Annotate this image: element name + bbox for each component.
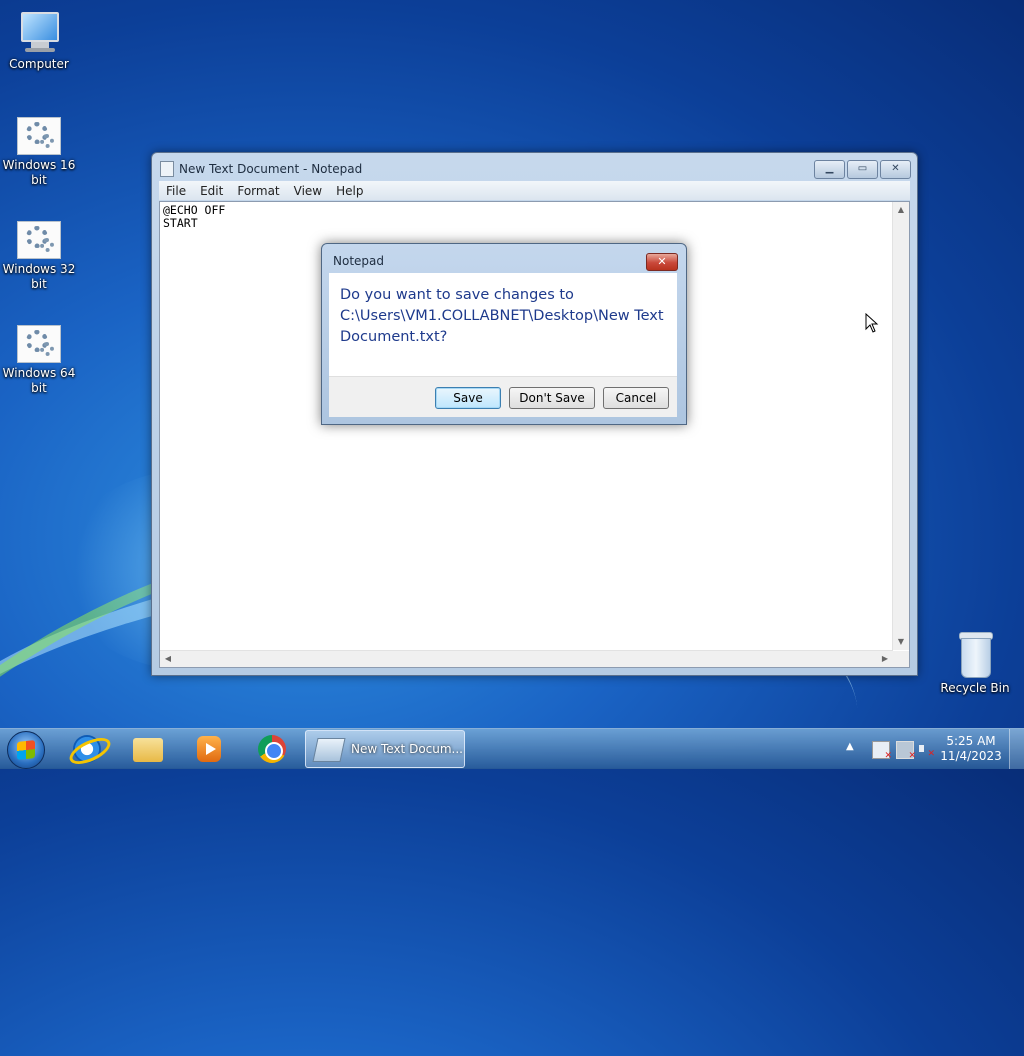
dialog-close-button[interactable]: ✕	[646, 253, 678, 271]
desktop-icon-label: Windows 32 bit	[2, 262, 76, 291]
scroll-left-arrow-icon[interactable]: ◀	[160, 651, 176, 667]
clock[interactable]: 5:25 AM 11/4/2023	[938, 734, 1004, 764]
desktop-icon-label: Windows 64 bit	[2, 366, 76, 395]
menu-format[interactable]: Format	[230, 184, 286, 198]
desktop-icon-windows-64-bit[interactable]: Windows 64 bit	[1, 325, 77, 396]
dialog-title: Notepad	[333, 254, 384, 268]
taskbar-windows-explorer[interactable]	[121, 731, 175, 767]
dialog-button-bar: Save Don't Save Cancel	[329, 376, 677, 417]
desktop-icon-windows-32-bit[interactable]: Windows 32 bit	[1, 221, 77, 292]
minimize-button[interactable]: ▁	[814, 160, 845, 179]
batch-file-icon	[17, 221, 61, 259]
windows-logo-icon	[17, 740, 35, 760]
taskbar: New Text Docum... ▲ 5:25 AM 11/4/2023	[0, 728, 1024, 770]
desktop-icon-windows-16-bit[interactable]: Windows 16 bit	[1, 117, 77, 188]
caption-buttons: ▁ ▭ ✕	[814, 160, 911, 179]
menu-edit[interactable]: Edit	[193, 184, 230, 198]
show-desktop-button[interactable]	[1009, 729, 1024, 769]
menu-view[interactable]: View	[287, 184, 329, 198]
resize-grip[interactable]	[893, 651, 909, 667]
desktop-icon-label: Computer	[9, 57, 69, 71]
network-icon[interactable]	[896, 741, 916, 761]
volume-muted-icon[interactable]	[918, 741, 935, 759]
start-button[interactable]	[7, 731, 45, 769]
scroll-down-arrow-icon[interactable]: ▼	[893, 634, 909, 650]
dialog-body: Do you want to save changes to C:\Users\…	[329, 273, 677, 376]
maximize-button[interactable]: ▭	[847, 160, 878, 179]
desktop-icon-label: Recycle Bin	[940, 681, 1010, 695]
batch-file-icon	[17, 325, 61, 363]
desktop-icon-label: Windows 16 bit	[2, 158, 76, 187]
save-changes-dialog: Notepad ✕ Do you want to save changes to…	[321, 243, 687, 425]
window-title: New Text Document - Notepad	[179, 162, 363, 176]
desktop-icon-computer[interactable]: Computer	[1, 10, 77, 72]
recycle-bin-icon	[957, 632, 993, 678]
horizontal-scrollbar[interactable]: ◀ ▶	[160, 650, 893, 667]
editor-content: @ECHO OFF START	[163, 203, 226, 230]
taskbar-chrome[interactable]	[245, 731, 299, 767]
notepad-icon	[312, 738, 346, 762]
dont-save-button[interactable]: Don't Save	[509, 387, 595, 409]
window-title-bar[interactable]: New Text Document - Notepad	[160, 160, 362, 178]
menu-file[interactable]: File	[159, 184, 193, 198]
batch-file-icon	[17, 117, 61, 155]
menu-help[interactable]: Help	[329, 184, 370, 198]
scroll-up-arrow-icon[interactable]: ▲	[893, 202, 909, 218]
taskbar-notepad-task[interactable]: New Text Docum...	[305, 730, 465, 768]
folder-icon	[133, 738, 163, 762]
close-window-button[interactable]: ✕	[880, 160, 911, 179]
cancel-button[interactable]: Cancel	[603, 387, 669, 409]
taskbar-internet-explorer[interactable]	[60, 731, 115, 770]
show-hidden-icons-arrow-icon[interactable]: ▲	[846, 741, 854, 752]
taskbar-media-player[interactable]	[182, 731, 236, 767]
clock-date: 11/4/2023	[940, 749, 1002, 763]
computer-icon	[17, 10, 61, 54]
menu-bar: File Edit Format View Help	[159, 181, 910, 200]
clock-time: 5:25 AM	[946, 734, 996, 748]
save-button[interactable]: Save	[435, 387, 501, 409]
desktop-icon-recycle-bin[interactable]: Recycle Bin	[937, 632, 1013, 696]
vertical-scrollbar[interactable]: ▲ ▼	[892, 202, 909, 650]
notepad-icon	[160, 161, 174, 177]
action-center-flag-icon[interactable]	[872, 741, 892, 761]
scroll-right-arrow-icon[interactable]: ▶	[877, 651, 893, 667]
dialog-message: Do you want to save changes to C:\Users\…	[340, 287, 664, 345]
task-label: New Text Docum...	[351, 742, 463, 756]
